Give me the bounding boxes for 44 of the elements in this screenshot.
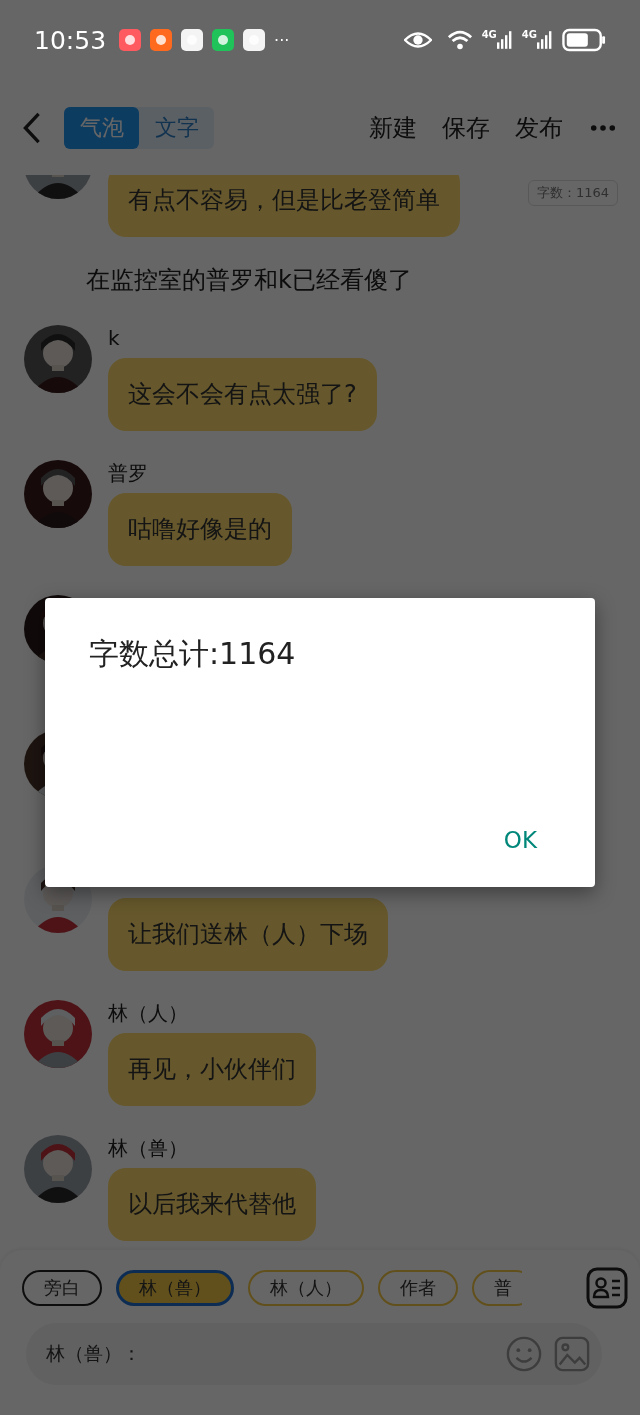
app-icon xyxy=(212,29,235,51)
eye-icon xyxy=(403,30,432,50)
app-icon xyxy=(119,29,142,51)
mode-tab[interactable]: 气泡 xyxy=(64,106,139,149)
role-chip[interactable]: 普 xyxy=(472,1270,522,1306)
speaker-name: 普罗 xyxy=(108,460,148,486)
ok-button[interactable]: OK xyxy=(487,827,553,853)
app-icon xyxy=(150,29,173,51)
message-bubble: 以后我来代替他 xyxy=(108,1168,316,1241)
emoji-icon[interactable] xyxy=(506,1336,542,1372)
network-type: 4G xyxy=(481,29,497,41)
image-icon[interactable] xyxy=(554,1336,590,1372)
battery-icon xyxy=(562,28,606,52)
role-chip[interactable]: 旁白 xyxy=(22,1270,102,1306)
dialog-title: 字数总计:1164 xyxy=(89,635,297,673)
role-chip[interactable]: 林（兽） xyxy=(116,1270,234,1306)
input-field[interactable]: 林（兽）： xyxy=(26,1323,602,1385)
narration-text: 在监控室的普罗和k已经看傻了 xyxy=(85,265,413,295)
more-icon[interactable] xyxy=(590,123,616,132)
speaker-name: 林（人） xyxy=(108,1000,188,1026)
wifi-icon xyxy=(446,29,473,51)
more-notifications: ··· xyxy=(274,30,290,50)
speaker-name: k xyxy=(108,325,120,351)
speaker-name: 林（兽） xyxy=(108,1135,188,1161)
status-time: 10:53 xyxy=(34,25,107,55)
input-label: 林（兽）： xyxy=(46,1341,141,1366)
network-type: 4G xyxy=(521,29,537,41)
message-bubble: 让我们送林（人）下场 xyxy=(108,898,388,971)
message-bubble: 有点不容易，但是比老登简单 xyxy=(108,175,460,237)
back-icon[interactable] xyxy=(22,110,42,145)
contacts-icon[interactable] xyxy=(586,1267,628,1309)
mode-tab[interactable]: 文字 xyxy=(139,106,214,149)
role-chip[interactable]: 林（人） xyxy=(248,1270,364,1306)
signal-icon xyxy=(496,29,513,51)
message-bubble: 咕噜好像是的 xyxy=(108,493,292,566)
app-icon xyxy=(181,29,204,51)
header-action[interactable]: 保存 xyxy=(442,111,490,144)
header-action[interactable]: 发布 xyxy=(515,111,563,144)
role-chip[interactable]: 作者 xyxy=(378,1270,458,1306)
message-bubble: 这会不会有点太强了? xyxy=(108,358,377,431)
app-icon xyxy=(243,29,266,51)
message-bubble: 再见，小伙伴们 xyxy=(108,1033,316,1106)
signal-icon xyxy=(537,29,553,51)
header-action[interactable]: 新建 xyxy=(369,111,417,144)
